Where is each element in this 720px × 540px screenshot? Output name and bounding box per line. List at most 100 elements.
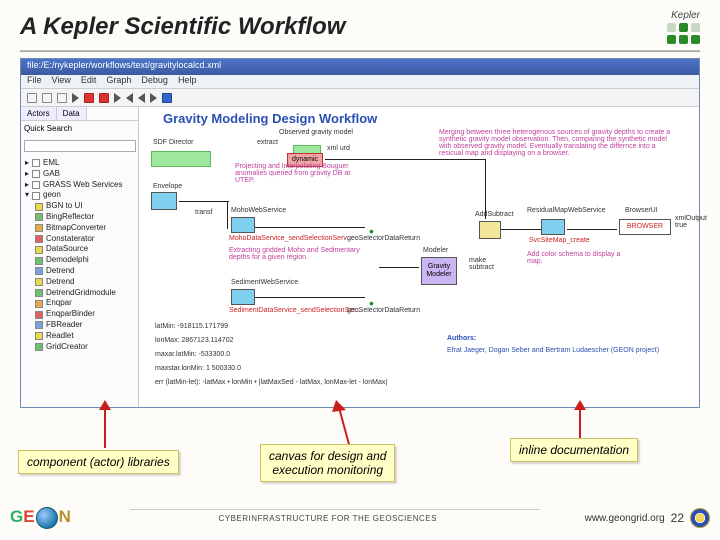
param-1: lonMax: 2867123.114702 [155,337,234,344]
pause-icon[interactable] [84,93,94,103]
authors-text: Efrat Jaeger, Dogan Seber and Bertram Lu… [447,347,659,354]
tree-item[interactable]: GridCreator [46,342,88,353]
tab-data[interactable]: Data [57,107,87,120]
canvas-title: Gravity Modeling Design Workflow [163,111,377,126]
nsf-logo-icon [690,508,710,528]
toolbar[interactable] [21,89,699,107]
tree-item[interactable]: BingReflector [46,212,94,223]
magnify-out-icon[interactable] [42,93,52,103]
component-tree[interactable]: ▸EML ▸GAB ▸GRASS Web Services ▾geon BGN … [21,156,138,407]
sdf-director-label: SDF Director [153,139,193,146]
residmap-actor[interactable] [541,219,565,235]
fit-icon[interactable] [57,93,67,103]
back-icon[interactable] [138,93,145,103]
xml-output-label: xmlOutput true [675,215,715,229]
step-back-icon[interactable] [126,93,133,103]
menu-debug[interactable]: Debug [141,75,168,88]
tree-item[interactable]: Enqpar [46,298,72,309]
envelope-actor[interactable] [151,192,177,210]
arrow-icon [560,400,600,440]
addsub-actor[interactable] [479,221,501,239]
slide-title: A Kepler Scientific Workflow [20,13,345,41]
tree-eml[interactable]: EML [43,158,59,169]
stop-icon[interactable] [99,93,109,103]
workflow-canvas[interactable]: Gravity Modeling Design Workflow SDF Dir… [139,107,699,407]
forward-icon[interactable] [150,93,157,103]
app-window: file:/E:/nykepler/workflows/text/gravity… [20,58,700,408]
xml-urd-label: xml urd [327,145,350,152]
sidebar: Actors Data Quick Search Go ▸EML ▸GAB ▸G… [21,107,139,407]
callout-components: component (actor) libraries [18,450,179,474]
geon-logo: GEN [10,507,71,529]
highlight-rect [151,151,211,167]
callout-canvas-l2: execution monitoring [272,463,383,477]
footer-url: www.geongrid.org [585,513,665,524]
tree-grass[interactable]: GRASS Web Services [43,180,122,191]
tree-item[interactable]: Readlet [46,331,74,342]
tree-item[interactable]: Detrend [46,277,74,288]
browser-actor[interactable]: BROWSER [619,219,671,235]
menu-edit[interactable]: Edit [81,75,97,88]
step-forward-icon[interactable] [114,93,121,103]
menu-view[interactable]: View [52,75,71,88]
moho-label: MohoWebService [231,207,286,214]
magnify-icon[interactable] [27,93,37,103]
make-subtract-label: make subtract [469,257,511,271]
tab-actors[interactable]: Actors [21,107,57,120]
footer: GEN CYBERINFRASTRUCTURE FOR THE GEOSCIEN… [0,496,720,540]
geo-selector-label: geoSelectorDataReturn [347,235,420,242]
browser-label: BrowserUI [625,207,658,214]
globe-icon [36,507,58,529]
tree-item[interactable]: BGN to UI [46,201,82,212]
transf-label: transf [195,209,213,216]
geo-selector-label: geoSelectorDataReturn [347,307,420,314]
tree-item[interactable]: DataSource [46,244,88,255]
menu-graph[interactable]: Graph [106,75,131,88]
svc-create-label: SvcSiteMap_create [529,237,590,244]
menu-help[interactable]: Help [178,75,197,88]
arrow-icon [330,400,370,450]
search-input[interactable] [24,140,136,152]
callout-canvas-l1: canvas for design and [269,449,386,463]
tree-item[interactable]: Constaterator [46,234,94,245]
geon-g: G [10,507,23,526]
gravity-modeler-actor[interactable]: Gravity Modeler [421,257,457,285]
projecting-text: Projecting and Interpolating Bouguer ano… [235,163,365,184]
play-icon[interactable] [72,93,79,103]
callout-inline-doc: inline documentation [510,438,638,462]
param-0: latMin: -918115.171799 [155,323,228,330]
footer-tagline: CYBERINFRASTRUCTURE FOR THE GEOSCIENCES [218,514,436,523]
tree-item[interactable]: Demodelphi [46,255,89,266]
geon-e: E [23,507,34,526]
title-underline [20,50,700,52]
sidebar-tabs[interactable]: Actors Data [21,107,138,121]
search-label: Quick Search [24,124,72,133]
merging-text: Merging between three heterogenous sourc… [439,129,679,157]
extract-label: extract [257,139,278,146]
moho-actor[interactable] [231,217,255,233]
envelope-label: Envelope [153,183,182,190]
tree-gab[interactable]: GAB [43,169,60,180]
param-3: maxstar.lonMin: 1 500330.0 [155,365,241,372]
window-titlebar: file:/E:/nykepler/workflows/text/gravity… [21,59,699,75]
extracting-text: Extracting gridded Moho and Sedimentary … [229,247,369,261]
param-4: err (latMin-let): -latMax • lonMin • |la… [155,379,387,386]
color-text: Add color schema to display a map. [527,251,627,265]
menu-bar[interactable]: File View Edit Graph Debug Help [21,75,699,89]
save-icon[interactable] [162,93,172,103]
menu-file[interactable]: File [27,75,42,88]
observed-model-label: Observed gravity model [279,129,353,136]
residmap-label: ResidualMapWebService [527,207,605,214]
tree-item[interactable]: FBReader [46,320,82,331]
param-2: maxar.latMin: -533300.0 [155,351,230,358]
tree-item[interactable]: DetrendGridmodule [46,288,116,299]
sediment-service-label: SedimentDataService_sendSelectionSer… [229,307,362,314]
sediment-actor[interactable] [231,289,255,305]
tree-item[interactable]: EnqparBinder [46,309,95,320]
page-number: 22 [671,511,684,525]
tree-item[interactable]: BitmapConverter [46,223,106,234]
tree-item[interactable]: Detrend [46,266,74,277]
modeler-label: Modeler [423,247,448,254]
kepler-logo-dots [667,23,700,44]
tree-geon[interactable]: geon [43,190,61,201]
